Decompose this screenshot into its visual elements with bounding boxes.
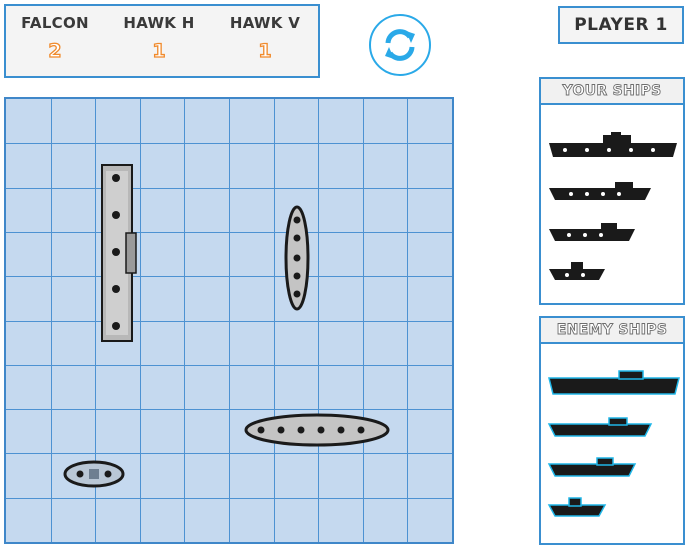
grid-line-vertical — [274, 99, 275, 542]
weapon-name: HAWK H — [123, 14, 195, 32]
grid-line-vertical — [363, 99, 364, 542]
patrol-ship[interactable] — [283, 204, 311, 312]
aircraft-carrier-ship[interactable] — [100, 163, 140, 345]
weapon-count: 1 — [152, 39, 167, 62]
your-ships-title: YOUR SHIPS — [541, 79, 683, 105]
rotate-arrows-icon — [385, 29, 415, 61]
your-patrol-icon — [549, 223, 635, 241]
rotate-button[interactable] — [369, 14, 431, 76]
grid-line-vertical — [184, 99, 185, 542]
enemy-ships-title: ENEMY SHIPS — [541, 318, 683, 344]
grid-line-vertical — [140, 99, 141, 542]
enemy-submarine-icon — [547, 497, 607, 517]
enemy-ships-panel: ENEMY SHIPS — [539, 316, 685, 545]
grid-line-vertical — [51, 99, 52, 542]
enemy-carrier-icon — [548, 370, 680, 395]
weapon-hawk-v[interactable]: HAWK V 1 — [220, 14, 310, 63]
enemy-patrol-icon — [547, 457, 637, 477]
weapon-count: 2 — [48, 39, 63, 62]
player-label: PLAYER 1 — [558, 6, 684, 44]
your-submarine-icon — [549, 262, 605, 280]
grid-line-vertical — [229, 99, 230, 542]
submarine-ship[interactable] — [62, 459, 126, 489]
weapon-falcon[interactable]: FALCON 2 — [10, 14, 100, 63]
weapon-name: HAWK V — [229, 14, 301, 32]
your-carrier-icon — [549, 132, 677, 157]
game-board[interactable] — [4, 97, 454, 544]
your-ships-panel: YOUR SHIPS — [539, 77, 685, 305]
weapons-panel: FALCON 2 HAWK H 1 HAWK V 1 — [4, 4, 320, 78]
battleship-ship[interactable] — [243, 412, 391, 448]
enemy-battleship-icon — [547, 417, 653, 437]
weapon-hawk-h[interactable]: HAWK H 1 — [114, 14, 204, 63]
grid-line-vertical — [318, 99, 319, 542]
grid-line-vertical — [407, 99, 408, 542]
your-battleship-icon — [549, 182, 651, 200]
weapon-name: FALCON — [21, 14, 89, 32]
weapon-count: 1 — [258, 39, 273, 62]
